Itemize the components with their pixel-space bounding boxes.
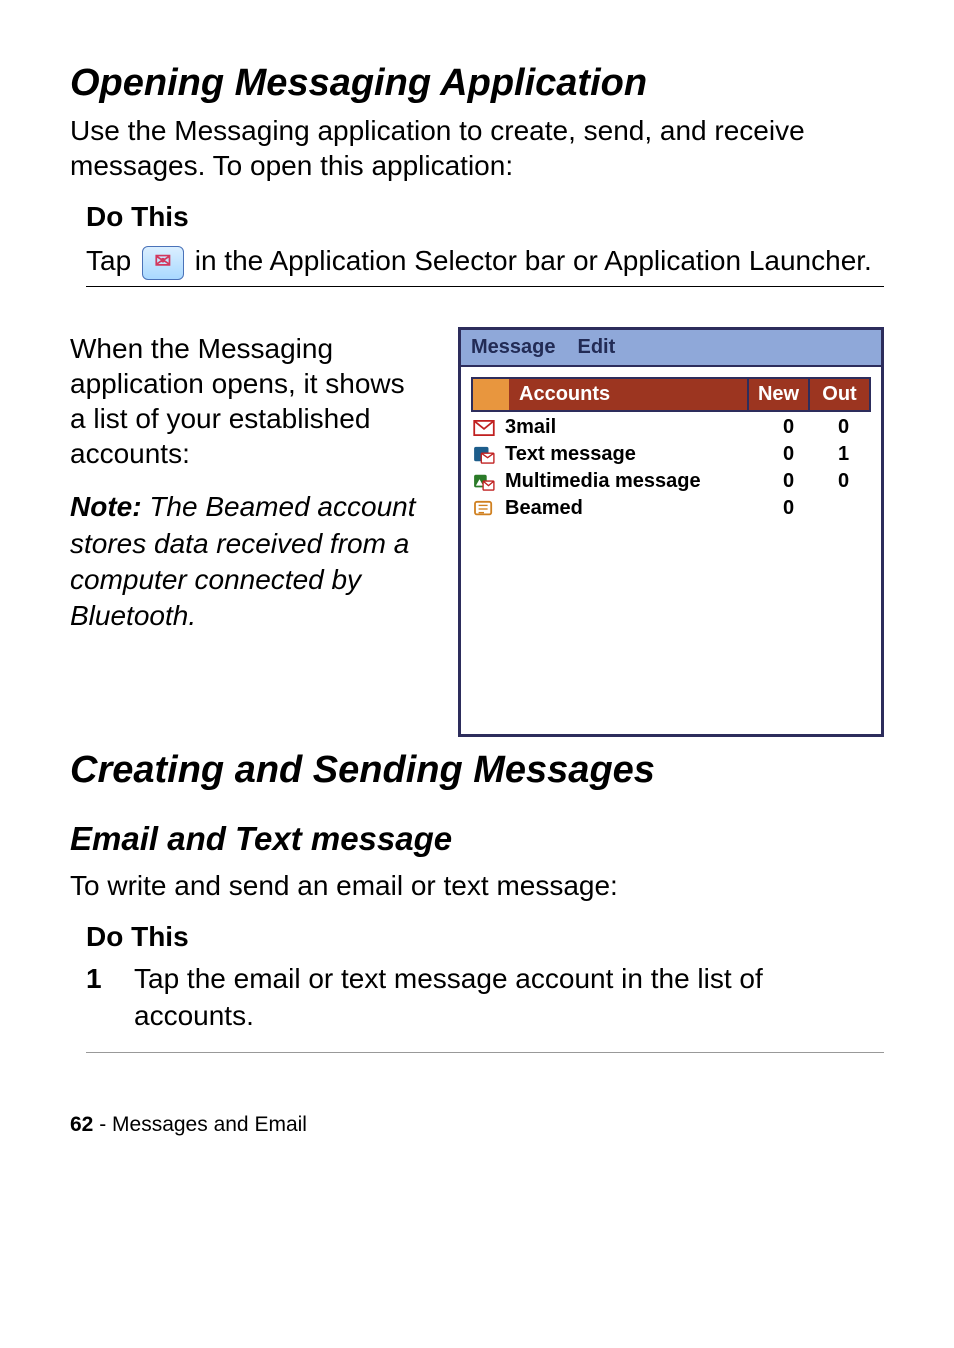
page-footer: 62 - Messages and Email bbox=[70, 1113, 884, 1137]
footer-section: Messages and Email bbox=[112, 1113, 307, 1136]
text-icon bbox=[471, 445, 497, 465]
footer-sep: - bbox=[93, 1113, 112, 1136]
heading-creating-sending: Creating and Sending Messages bbox=[70, 749, 884, 792]
step-number: 1 bbox=[86, 961, 110, 1034]
do-this-heading-1: Do This bbox=[86, 201, 884, 233]
instruction-block-1: Do This Tap in the Application Selector … bbox=[70, 201, 884, 299]
note-block: Note: The Beamed account stores data rec… bbox=[70, 489, 426, 635]
account-name: 3mail bbox=[505, 416, 761, 439]
note-label: Note: bbox=[70, 491, 149, 522]
intro-text-2: To write and send an email or text messa… bbox=[70, 868, 884, 903]
account-name: Text message bbox=[505, 443, 761, 466]
page-number: 62 bbox=[70, 1113, 93, 1136]
tap-text-post: in the Application Selector bar or Appli… bbox=[187, 245, 872, 276]
messaging-app-icon bbox=[142, 246, 184, 280]
menu-message[interactable]: Message bbox=[471, 336, 556, 359]
accounts-intro: When the Messaging application opens, it… bbox=[70, 331, 426, 471]
account-out-count: 0 bbox=[816, 470, 871, 493]
menu-edit[interactable]: Edit bbox=[578, 336, 616, 359]
account-new-count: 0 bbox=[761, 470, 816, 493]
step-text: Tap the email or text message account in… bbox=[134, 961, 884, 1034]
account-name: Beamed bbox=[505, 497, 761, 520]
intro-text-1: Use the Messaging application to create,… bbox=[70, 113, 884, 183]
device-menubar: Message Edit bbox=[461, 330, 881, 367]
tap-text-pre: Tap bbox=[86, 245, 139, 276]
divider-2 bbox=[86, 1052, 884, 1053]
accounts-table-header: Accounts New Out bbox=[471, 377, 871, 412]
account-row-mms[interactable]: Multimedia message 0 0 bbox=[461, 468, 881, 495]
instruction-block-2: Do This 1 Tap the email or text message … bbox=[70, 921, 884, 1053]
account-out-count: 1 bbox=[816, 443, 871, 466]
step-1: 1 Tap the email or text message account … bbox=[70, 961, 884, 1046]
heading-email-text: Email and Text message bbox=[70, 820, 884, 858]
mail-icon bbox=[471, 418, 497, 438]
header-accounts: Accounts bbox=[509, 379, 747, 410]
header-out: Out bbox=[808, 379, 869, 410]
account-row-3mail[interactable]: 3mail 0 0 bbox=[461, 414, 881, 441]
account-out-count: 0 bbox=[816, 416, 871, 439]
divider-1 bbox=[86, 286, 884, 287]
device-screenshot: Message Edit Accounts New Out 3mail 0 0 bbox=[458, 327, 884, 737]
tap-instruction: Tap in the Application Selector bar or A… bbox=[86, 241, 884, 280]
account-row-text[interactable]: Text message 0 1 bbox=[461, 441, 881, 468]
account-new-count: 0 bbox=[761, 443, 816, 466]
do-this-heading-2: Do This bbox=[70, 921, 884, 953]
header-new: New bbox=[747, 379, 808, 410]
account-name: Multimedia message bbox=[505, 470, 761, 493]
heading-opening-messaging: Opening Messaging Application bbox=[70, 62, 884, 105]
beamed-icon bbox=[471, 499, 497, 519]
account-new-count: 0 bbox=[761, 497, 816, 520]
accounts-table-body: 3mail 0 0 Text message 0 1 Multi bbox=[461, 412, 881, 734]
account-new-count: 0 bbox=[761, 416, 816, 439]
header-spacer bbox=[473, 379, 509, 410]
mms-icon bbox=[471, 472, 497, 492]
account-row-beamed[interactable]: Beamed 0 bbox=[461, 495, 881, 522]
